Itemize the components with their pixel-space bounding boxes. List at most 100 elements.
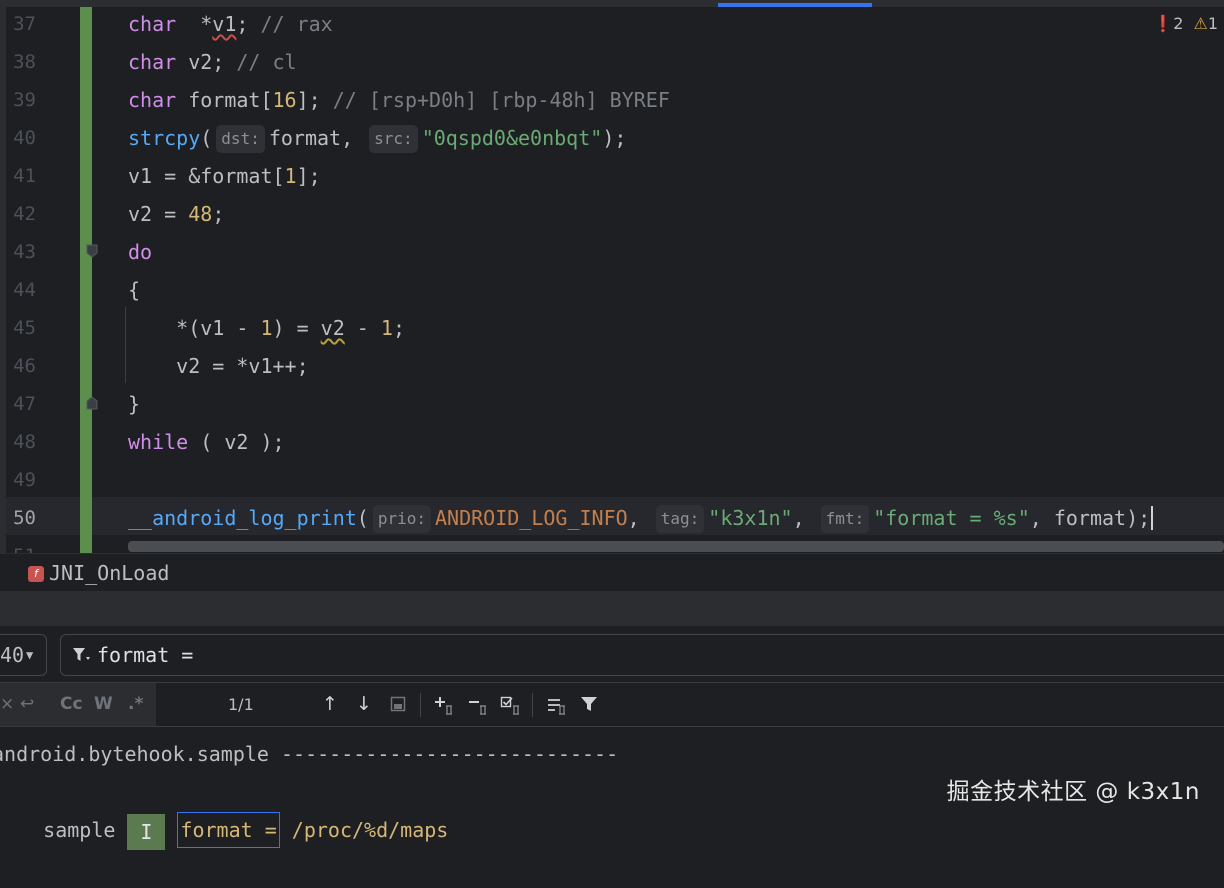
match-case-button[interactable]: Cc	[60, 683, 83, 726]
code-token: ;	[392, 316, 405, 340]
code-token: ];	[296, 164, 321, 188]
code-token: (	[200, 126, 213, 150]
whole-word-button[interactable]: W	[94, 683, 113, 726]
code-line[interactable]: 46 v2 = *v1++;	[0, 347, 1224, 385]
code-token: 1	[284, 164, 297, 188]
code-line[interactable]: 47}	[0, 385, 1224, 423]
code-line[interactable]: 38 char v2; // cl	[0, 43, 1224, 81]
add-selection-icon[interactable]	[433, 695, 455, 715]
select-all-icon[interactable]	[500, 695, 522, 715]
line-number: 42	[13, 203, 36, 225]
code-text: char format[16]; // [rsp+D0h] [rbp-48h] …	[128, 81, 670, 119]
code-line[interactable]: 40 strcpy(dst: format, src: "0qspd0&e0nbqt"…	[0, 119, 1224, 157]
code-token: v2 =	[128, 202, 189, 226]
log-entry[interactable]: sample Iformat = /proc/%d/maps	[0, 773, 448, 888]
match-count: 1/1	[228, 695, 254, 714]
code-token: v1 = &format[	[128, 164, 285, 188]
problems-indicator[interactable]: ❗2 ⚠1	[1153, 14, 1218, 33]
code-editor[interactable]: 37 char *v1; // rax 38 char v2; // cl 39 char…	[0, 0, 1224, 553]
watermark: 掘金技术社区 @ k3x1n	[946, 779, 1200, 805]
code-line[interactable]: 42 v2 = 48;	[0, 195, 1224, 233]
code-line[interactable]: 43 do	[0, 233, 1224, 271]
code-text: *(v1 - 1) = v2 - 1;	[128, 309, 405, 347]
code-token: ;	[212, 202, 225, 226]
code-token: ,	[792, 506, 817, 530]
device-select-value: 40	[0, 643, 25, 667]
horizontal-scrollbar[interactable]	[128, 541, 1224, 552]
code-token: ,	[627, 506, 652, 530]
code-line[interactable]: 37 char *v1; // rax	[0, 5, 1224, 43]
breadcrumb-function[interactable]: JNI_OnLoad	[49, 559, 169, 587]
code-token: (	[356, 506, 369, 530]
tool-window-divider[interactable]	[0, 591, 1224, 626]
code-token: );	[602, 126, 627, 150]
code-text: while ( v2 );	[128, 423, 285, 461]
code-token: 16	[272, 88, 297, 112]
breadcrumb[interactable]: f JNI_OnLoad	[0, 553, 1224, 592]
log-process-header: android.bytehook.sample ----------------…	[0, 742, 619, 766]
code-token: while	[128, 430, 189, 454]
log-tag: sample	[43, 818, 116, 842]
code-token: ( v2 );	[188, 430, 285, 454]
new-line-icon[interactable]: ↩	[20, 683, 34, 726]
code-token: "k3x1n"	[708, 506, 793, 530]
code-text: __android_log_print(prio: ANDROID_LOG_INF…	[128, 499, 1154, 537]
code-token: v2	[320, 316, 345, 340]
code-token: // [rsp+D0h] [rbp-48h] BYREF	[332, 88, 670, 112]
code-token: ];	[296, 88, 333, 112]
filter-icon[interactable]	[71, 645, 91, 665]
select-all-occurrences-icon[interactable]	[390, 696, 406, 712]
line-number: 46	[13, 355, 36, 377]
filter-search-results-icon[interactable]	[580, 695, 598, 713]
function-icon: f	[28, 566, 44, 582]
device-select[interactable]: 40 ▼	[0, 634, 47, 676]
log-message: /proc/%d/maps	[279, 818, 449, 842]
logcat-filter-input[interactable]: format =	[60, 634, 1224, 676]
code-line[interactable]: 49	[0, 461, 1224, 499]
code-text: v2 = 48;	[128, 195, 224, 233]
line-number: 41	[13, 165, 36, 187]
line-number: 47	[13, 393, 36, 415]
code-line[interactable]: 45 *(v1 - 1) = v2 - 1;	[0, 309, 1224, 347]
code-text: char *v1; // rax	[128, 5, 333, 43]
line-number: 38	[13, 51, 36, 73]
code-token: strcpy	[128, 126, 201, 150]
next-occurrence-icon[interactable]: ↓	[356, 683, 372, 726]
line-number: 40	[13, 127, 36, 149]
code-line[interactable]: 39 char format[16]; // [rsp+D0h] [rbp-48h…	[0, 81, 1224, 119]
code-token: "format = %s"	[873, 506, 1030, 530]
filter-query-text: format =	[97, 643, 194, 667]
find-toolbar: × ↩ Cc W .* 1/1 ↑ ↓	[0, 683, 1224, 727]
error-count: 2	[1173, 14, 1184, 33]
code-token: v1	[212, 12, 237, 36]
code-token: -	[344, 316, 381, 340]
code-token: , format);	[1029, 506, 1151, 530]
code-line[interactable]: 41 v1 = &format[1];	[0, 157, 1224, 195]
line-number: 44	[13, 279, 36, 301]
code-token: // cl	[236, 50, 297, 74]
code-line[interactable]: 44 {	[0, 271, 1224, 309]
code-token: char	[128, 12, 177, 36]
code-token: 1	[380, 316, 393, 340]
parameter-hint: dst:	[216, 125, 265, 153]
chevron-down-icon: ▼	[26, 648, 34, 662]
parameter-hint: src:	[369, 125, 418, 153]
regex-button[interactable]: .*	[128, 683, 143, 726]
warning-icon: ⚠	[1193, 14, 1208, 33]
code-line[interactable]: 48 while ( v2 );	[0, 423, 1224, 461]
parameter-hint: tag:	[655, 505, 705, 533]
code-text: do	[128, 233, 152, 271]
remove-selection-icon[interactable]	[467, 695, 489, 715]
line-number: 37	[13, 13, 36, 35]
clear-search-icon[interactable]: ×	[0, 683, 14, 726]
code-token: __android_log_print	[128, 506, 357, 530]
code-token: do	[128, 240, 153, 264]
parameter-hint: prio:	[372, 505, 431, 533]
code-token: v2;	[176, 50, 237, 74]
multiline-icon[interactable]	[546, 695, 568, 715]
code-token: // rax	[248, 12, 333, 36]
code-line[interactable]: 50 __android_log_print(prio: ANDROID_LOG_I…	[0, 499, 1224, 537]
code-token: v2 = *v1++;	[128, 354, 309, 378]
error-icon: ❗	[1153, 14, 1174, 33]
previous-occurrence-icon[interactable]: ↑	[322, 683, 338, 726]
